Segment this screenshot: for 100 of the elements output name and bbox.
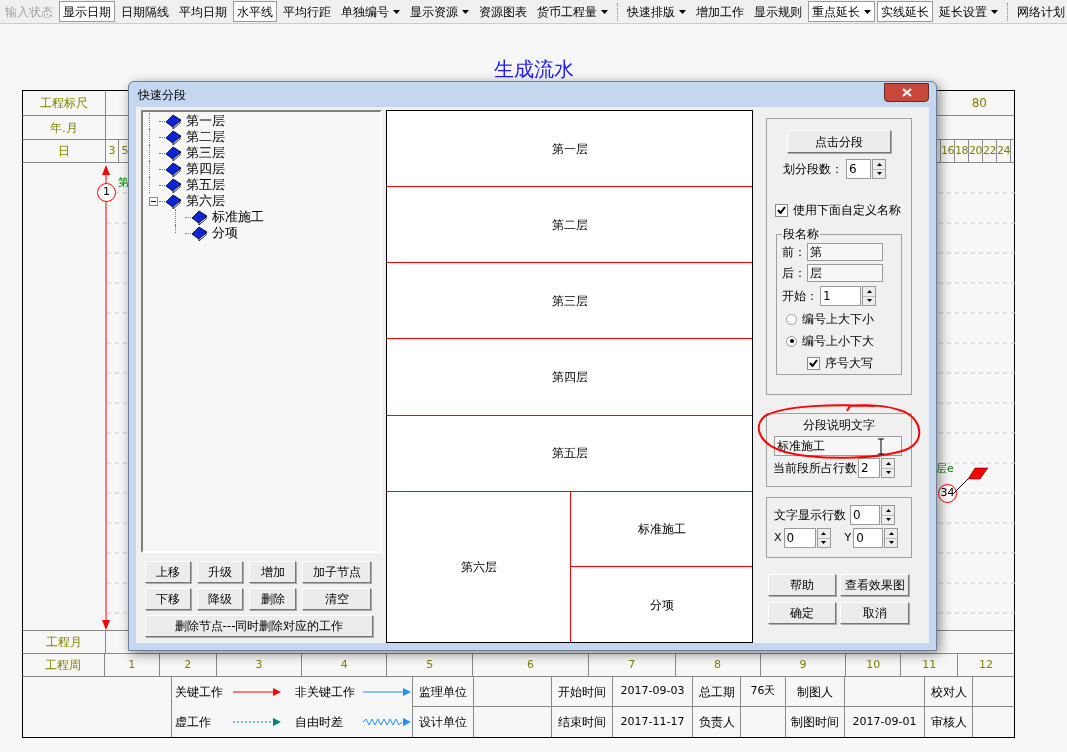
checkbox[interactable] xyxy=(807,356,820,370)
row-label: 工程周 xyxy=(45,657,82,674)
button[interactable]: 删除 xyxy=(249,588,296,610)
input-field[interactable]: 0 xyxy=(853,528,884,548)
week-label: 2 xyxy=(184,656,192,673)
info-cell-text: 制图时间 xyxy=(791,714,839,731)
info-cell-text: 2017-11-17 xyxy=(620,713,685,730)
book-icon xyxy=(191,225,208,241)
book-icon xyxy=(165,193,182,209)
chart-title: 生成流水 xyxy=(493,56,574,83)
check-icon xyxy=(809,359,818,367)
toolbar-button[interactable]: 增加工作 xyxy=(692,1,748,22)
dialog-title: 快速分段 xyxy=(137,86,186,104)
button[interactable]: 清空 xyxy=(302,588,371,610)
toolbar-button[interactable]: 延长设置 xyxy=(935,1,1002,22)
button[interactable]: 加子节点 xyxy=(302,561,371,583)
toolbar-button[interactable]: 平均日期 xyxy=(175,1,231,22)
toolbar-separator xyxy=(1007,2,1008,21)
info-cell-text: 校对人 xyxy=(930,683,967,701)
info-cell-text: 设计单位 xyxy=(419,714,467,731)
info-cell-text: 制图人 xyxy=(797,683,833,701)
input-field[interactable]: 层 xyxy=(807,264,883,282)
day-label: 20 xyxy=(969,142,982,159)
button[interactable]: 下移 xyxy=(145,588,191,610)
dashed-arrow-icon xyxy=(233,717,282,727)
close-button[interactable] xyxy=(884,83,929,102)
button[interactable]: 删除节点---同时删除对应的工作 xyxy=(145,615,373,637)
down-arrow-icon xyxy=(885,471,891,475)
caret-icon xyxy=(462,9,469,14)
week-label: 9 xyxy=(799,656,807,673)
week-label: 6 xyxy=(526,656,534,673)
node: 34 xyxy=(938,484,957,503)
button[interactable]: 升级 xyxy=(197,561,243,583)
button[interactable]: 上移 xyxy=(145,561,191,583)
toolbar-button[interactable]: 货币工程量 xyxy=(533,1,612,22)
spin-button[interactable] xyxy=(872,159,886,179)
button[interactable]: 增加 xyxy=(249,561,296,583)
button[interactable]: 查看效果图 xyxy=(840,574,909,596)
input-field[interactable]: 2 xyxy=(858,458,880,478)
toolbar-button[interactable]: 显示资源 xyxy=(406,1,473,22)
info-cell-text: 结束时间 xyxy=(558,714,606,731)
day-label: 5 xyxy=(121,142,129,159)
toolbar-button[interactable]: 资源图表 xyxy=(475,1,531,22)
input-field[interactable]: 0 xyxy=(850,505,880,525)
spin-button[interactable] xyxy=(881,505,895,525)
down-arrow-icon xyxy=(876,172,882,176)
toolbar-button[interactable]: 快速排版 xyxy=(623,1,690,22)
button[interactable]: 降级 xyxy=(197,588,243,610)
toolbar-button[interactable]: 网络计划 xyxy=(1013,1,1067,22)
day-label: 3 xyxy=(108,142,116,159)
button[interactable]: 确定 xyxy=(768,602,836,624)
collapse-icon[interactable] xyxy=(149,196,158,206)
input-field[interactable]: 第 xyxy=(807,243,883,261)
button[interactable]: 取消 xyxy=(840,602,909,624)
toolbar-button[interactable]: 平均行距 xyxy=(279,1,335,22)
input-field[interactable]: 0 xyxy=(783,528,816,548)
toolbar-button[interactable]: 单独编号 xyxy=(337,1,404,22)
up-arrow-icon xyxy=(888,531,894,535)
book-icon xyxy=(165,145,182,161)
book-icon xyxy=(191,209,208,225)
spin-button[interactable] xyxy=(816,528,831,548)
spin-button[interactable] xyxy=(862,286,876,306)
section-label: 标准施工 xyxy=(637,521,686,538)
toolbar-button[interactable]: 显示规则 xyxy=(750,1,806,22)
caret-icon xyxy=(601,9,608,14)
section-label: 第五层 xyxy=(551,445,588,463)
input-field[interactable]: 1 xyxy=(820,286,861,306)
spin-button[interactable] xyxy=(884,528,899,548)
field-label: 文字显示行数 xyxy=(774,507,846,524)
info-cell: 2017-09-03 xyxy=(620,683,685,700)
checkbox-label: 使用下面自定义名称 xyxy=(793,202,901,219)
down-arrow-icon xyxy=(821,541,827,545)
section-label: 第一层 xyxy=(551,140,588,158)
checkbox[interactable] xyxy=(775,203,788,217)
row-label: 年.月 xyxy=(50,119,78,137)
day-label: 18 xyxy=(955,142,968,159)
info-cell-text: 开始时间 xyxy=(558,683,606,701)
toolbar-button[interactable]: 重点延长 xyxy=(808,1,875,22)
legend-label: 关键工作 xyxy=(175,684,225,701)
toolbar-button[interactable]: 日期隔线 xyxy=(117,1,173,22)
field-label: 当前段所占行数 xyxy=(773,460,857,477)
toolbar-button[interactable]: 实线延长 xyxy=(877,1,933,22)
ruler-label: 80 xyxy=(971,95,987,112)
toolbar-button[interactable]: 显示日期 xyxy=(59,1,115,22)
info-cell-text: 总工期 xyxy=(698,683,735,701)
toolbar-button[interactable]: 水平线 xyxy=(233,1,277,22)
down-arrow-icon xyxy=(885,518,891,522)
checkbox-label: 序号大写 xyxy=(825,355,873,372)
field-label: 前： xyxy=(782,244,806,261)
spin-button[interactable] xyxy=(881,458,895,478)
button[interactable]: 点击分段 xyxy=(787,130,891,153)
book-icon xyxy=(165,177,182,193)
radio-button[interactable] xyxy=(786,335,797,347)
input-field[interactable]: 6 xyxy=(846,159,871,179)
row-label: 工程标尺 xyxy=(40,95,88,112)
radio-button[interactable] xyxy=(786,313,797,325)
work-label: 第 xyxy=(118,175,129,191)
week-label: 11 xyxy=(922,656,937,673)
button[interactable]: 帮助 xyxy=(768,574,836,596)
input-field[interactable]: 标准施工 xyxy=(774,436,902,456)
